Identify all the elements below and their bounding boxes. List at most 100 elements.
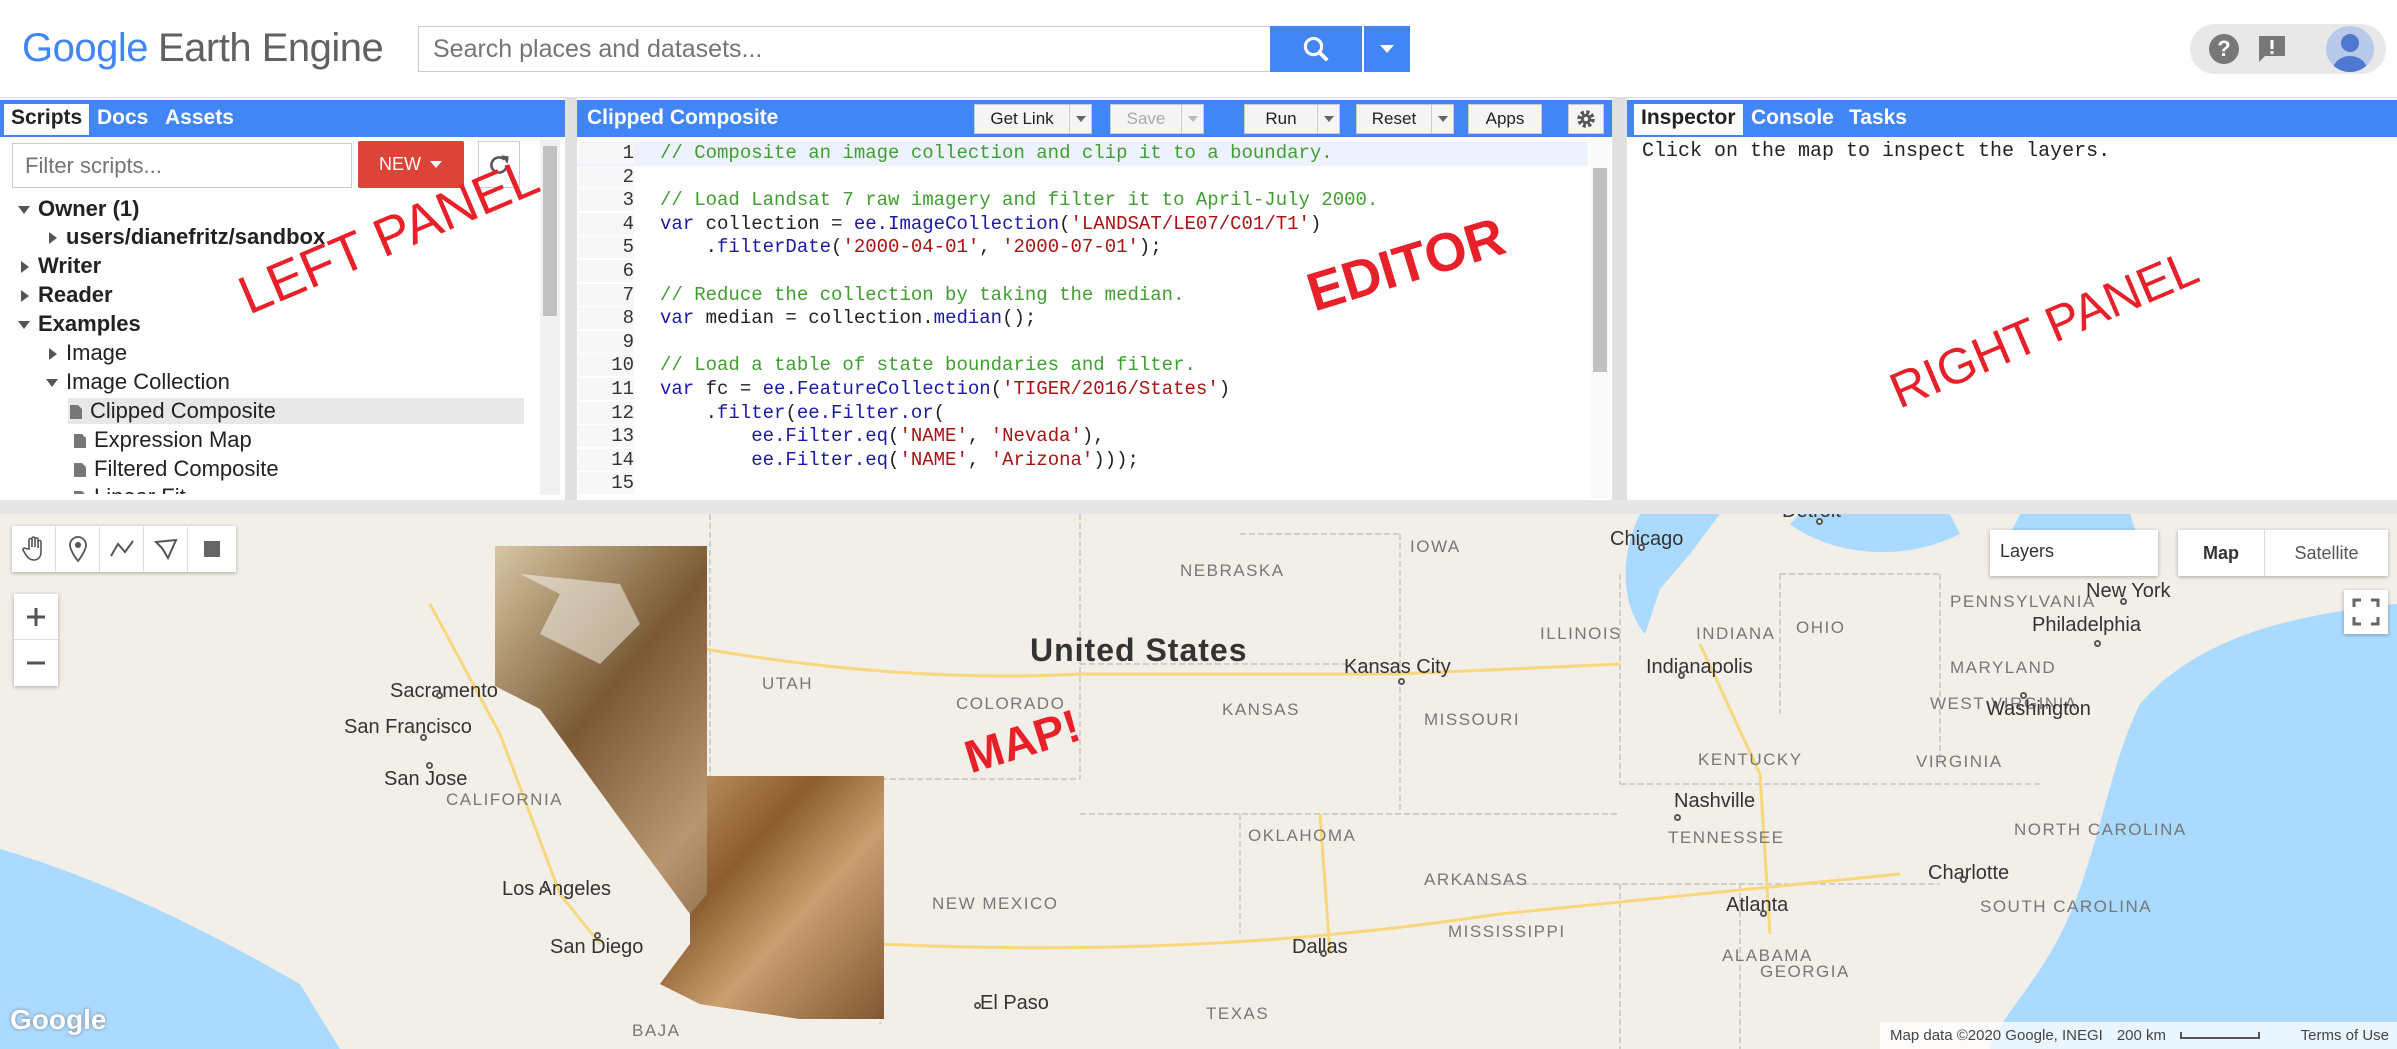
city-marker	[2094, 640, 2101, 647]
tree-folder-item[interactable]: Owner (1)	[16, 196, 139, 222]
run-dropdown[interactable]	[1317, 105, 1339, 133]
chevron-down-icon	[1380, 45, 1394, 53]
attribution: Map data ©2020 Google, INEGI	[1890, 1027, 2103, 1044]
reset-dropdown[interactable]	[1431, 105, 1453, 133]
right-splitter[interactable]	[1612, 98, 1627, 504]
caret-down-icon	[1075, 116, 1086, 122]
caret-right-icon[interactable]	[16, 288, 32, 304]
code-line[interactable]: 3 // Load Landsat 7 raw imagery and filte…	[578, 189, 1588, 213]
script-file-item[interactable]: Filtered Composite	[72, 456, 279, 482]
google-map-logo: Google	[10, 1004, 107, 1035]
tree-folder-item[interactable]: Writer	[16, 253, 101, 279]
code-line[interactable]: 10 // Load a table of state boundaries an…	[578, 354, 1588, 378]
script-file-item[interactable]: Expression Map	[72, 427, 252, 453]
filter-scripts-input[interactable]	[12, 143, 352, 188]
caret-down-icon[interactable]	[44, 375, 60, 391]
code-line[interactable]: 9	[578, 330, 1588, 355]
tab-tasks[interactable]: Tasks	[1842, 104, 1914, 135]
fullscreen-button[interactable]	[2344, 590, 2388, 634]
city-marker	[1960, 876, 1967, 883]
search-dropdown-button[interactable]	[1364, 26, 1410, 72]
pan-hand-tool[interactable]	[12, 526, 56, 572]
feedback-icon[interactable]	[2256, 33, 2288, 65]
help-icon[interactable]: ?	[2208, 33, 2240, 65]
layers-dropdown[interactable]: Layers	[1990, 530, 2158, 576]
header-icon-group: ?	[2190, 24, 2386, 74]
tab-scripts[interactable]: Scripts	[4, 104, 90, 135]
city-marker	[2020, 692, 2027, 699]
code-text: var median = collection.median();	[660, 307, 1037, 330]
code-editor[interactable]: 1 // Composite an image collection and cl…	[578, 140, 1608, 498]
state-label: TENNESSEE	[1668, 828, 1785, 847]
apps-button[interactable]: Apps	[1468, 104, 1542, 134]
search-input[interactable]	[418, 26, 1272, 72]
code-text: ee.Filter.eq('NAME', 'Nevada'),	[751, 425, 1105, 448]
draw-line-tool[interactable]	[100, 526, 144, 572]
editor-scrollbar[interactable]	[1590, 140, 1610, 498]
code-line[interactable]: 1 // Composite an image collection and cl…	[578, 142, 1588, 166]
tree-folder-item[interactable]: Examples	[16, 311, 141, 337]
user-icon	[2333, 34, 2367, 72]
caret-down-icon[interactable]	[16, 202, 32, 218]
reset-button[interactable]: Reset	[1356, 104, 1454, 134]
tab-inspector[interactable]: Inspector	[1634, 104, 1743, 135]
code-text: var fc = ee.FeatureCollection('TIGER/201…	[660, 378, 1231, 400]
caret-right-icon[interactable]	[44, 230, 60, 246]
script-file-item[interactable]: Linear Fit	[72, 484, 186, 494]
tab-docs[interactable]: Docs	[90, 104, 155, 135]
code-text: // Load a table of state boundaries and …	[660, 354, 1196, 377]
tree-folder-item[interactable]: Image Collection	[44, 369, 230, 395]
left-splitter[interactable]	[565, 98, 577, 504]
map-panel[interactable]: United States NEBRASKA IOWA UTAH COLORADO KA…	[0, 514, 2397, 1049]
code-line[interactable]: 8 var median = collection.median();	[578, 307, 1588, 331]
left-scroll-thumb[interactable]	[543, 146, 557, 316]
caret-right-icon[interactable]	[44, 346, 60, 362]
state-label: KANSAS	[1222, 700, 1300, 719]
caret-down-icon	[1437, 116, 1448, 122]
zoom-in-button[interactable]	[14, 594, 58, 640]
map-splitter[interactable]	[0, 500, 2397, 514]
settings-button[interactable]	[1568, 104, 1604, 134]
code-line[interactable]: 13 ee.Filter.eq('NAME', 'Nevada'),	[578, 425, 1588, 449]
tab-console[interactable]: Console	[1744, 104, 1841, 135]
zoom-controls	[14, 594, 58, 686]
city-marker	[436, 692, 443, 699]
line-number: 12	[578, 401, 634, 424]
tree-folder-item[interactable]: Reader	[16, 282, 113, 308]
script-file-item[interactable]: Clipped Composite	[68, 398, 524, 424]
get-link-dropdown[interactable]	[1069, 105, 1091, 133]
caret-right-icon[interactable]	[16, 259, 32, 275]
draw-rectangle-tool[interactable]	[188, 526, 236, 572]
code-line[interactable]: 14 ee.Filter.eq('NAME', 'Arizona')));	[578, 448, 1588, 473]
code-line[interactable]: 12 .filter(ee.Filter.or(	[578, 401, 1588, 426]
add-marker-tool[interactable]	[56, 526, 100, 572]
earth-engine-logo[interactable]: Google Earth Engine	[22, 26, 384, 71]
save-dropdown[interactable]	[1181, 105, 1203, 133]
code-line[interactable]: 15	[578, 472, 1588, 496]
google-wordmark: Google	[22, 26, 148, 70]
tree-item-label: Image Collection	[66, 369, 230, 394]
save-label: Save	[1126, 109, 1166, 128]
satellite-type-button[interactable]: Satellite	[2264, 530, 2388, 576]
tab-assets[interactable]: Assets	[158, 104, 241, 135]
terms-link[interactable]: Terms of Use	[2301, 1027, 2397, 1044]
avatar[interactable]	[2326, 26, 2374, 72]
search-button[interactable]	[1270, 26, 1362, 72]
city-marker	[1678, 672, 1685, 679]
tree-folder-item[interactable]: Image	[44, 340, 127, 366]
editor-scroll-thumb[interactable]	[1593, 168, 1607, 372]
tree-item-label: Writer	[38, 253, 102, 278]
file-icon	[70, 405, 82, 420]
code-line[interactable]: 11 var fc = ee.FeatureCollection('TIGER/2…	[578, 378, 1588, 402]
draw-shape-tool[interactable]	[144, 526, 188, 572]
run-button[interactable]: Run	[1244, 104, 1340, 134]
code-line[interactable]: 2	[578, 165, 1588, 190]
get-link-button[interactable]: Get Link	[974, 104, 1092, 134]
city-marker	[426, 762, 433, 769]
caret-down-icon[interactable]	[16, 317, 32, 333]
map-type-button[interactable]: Map	[2178, 530, 2264, 576]
save-button[interactable]: Save	[1110, 104, 1204, 134]
state-label: VIRGINIA	[1916, 752, 2003, 771]
zoom-out-button[interactable]	[14, 640, 58, 686]
hand-icon	[21, 536, 42, 561]
